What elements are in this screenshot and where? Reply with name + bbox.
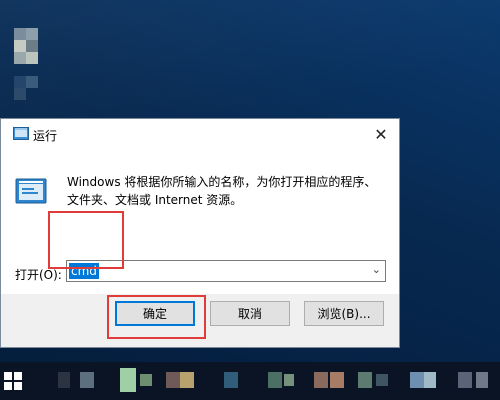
close-icon: ✕: [374, 124, 388, 144]
cancel-button[interactable]: 取消: [210, 301, 290, 326]
taskbar-apps[interactable]: [38, 362, 500, 400]
windows-logo-icon[interactable]: [4, 372, 22, 390]
dialog-description: Windows 将根据你所输入的名称，为你打开相应的程序、文件夹、文档或 Int…: [67, 175, 377, 207]
run-dialog: 运行 ✕ Windows 将根据你所输入的名称，为你打开相应的程序、文件夹、文档…: [0, 118, 400, 348]
input-highlight-box: [48, 211, 124, 269]
browse-button[interactable]: 浏览(B)...: [304, 301, 384, 326]
run-program-icon: [15, 177, 49, 205]
taskbar: [0, 362, 500, 400]
title-bar[interactable]: 运行 ✕: [1, 119, 399, 149]
ok-highlight-box: [107, 295, 206, 339]
desktop-icons[interactable]: [0, 18, 60, 103]
chevron-down-icon[interactable]: ⌄: [372, 263, 381, 276]
dialog-title: 运行: [33, 129, 58, 143]
close-button[interactable]: ✕: [363, 119, 399, 149]
run-icon: [13, 127, 29, 140]
